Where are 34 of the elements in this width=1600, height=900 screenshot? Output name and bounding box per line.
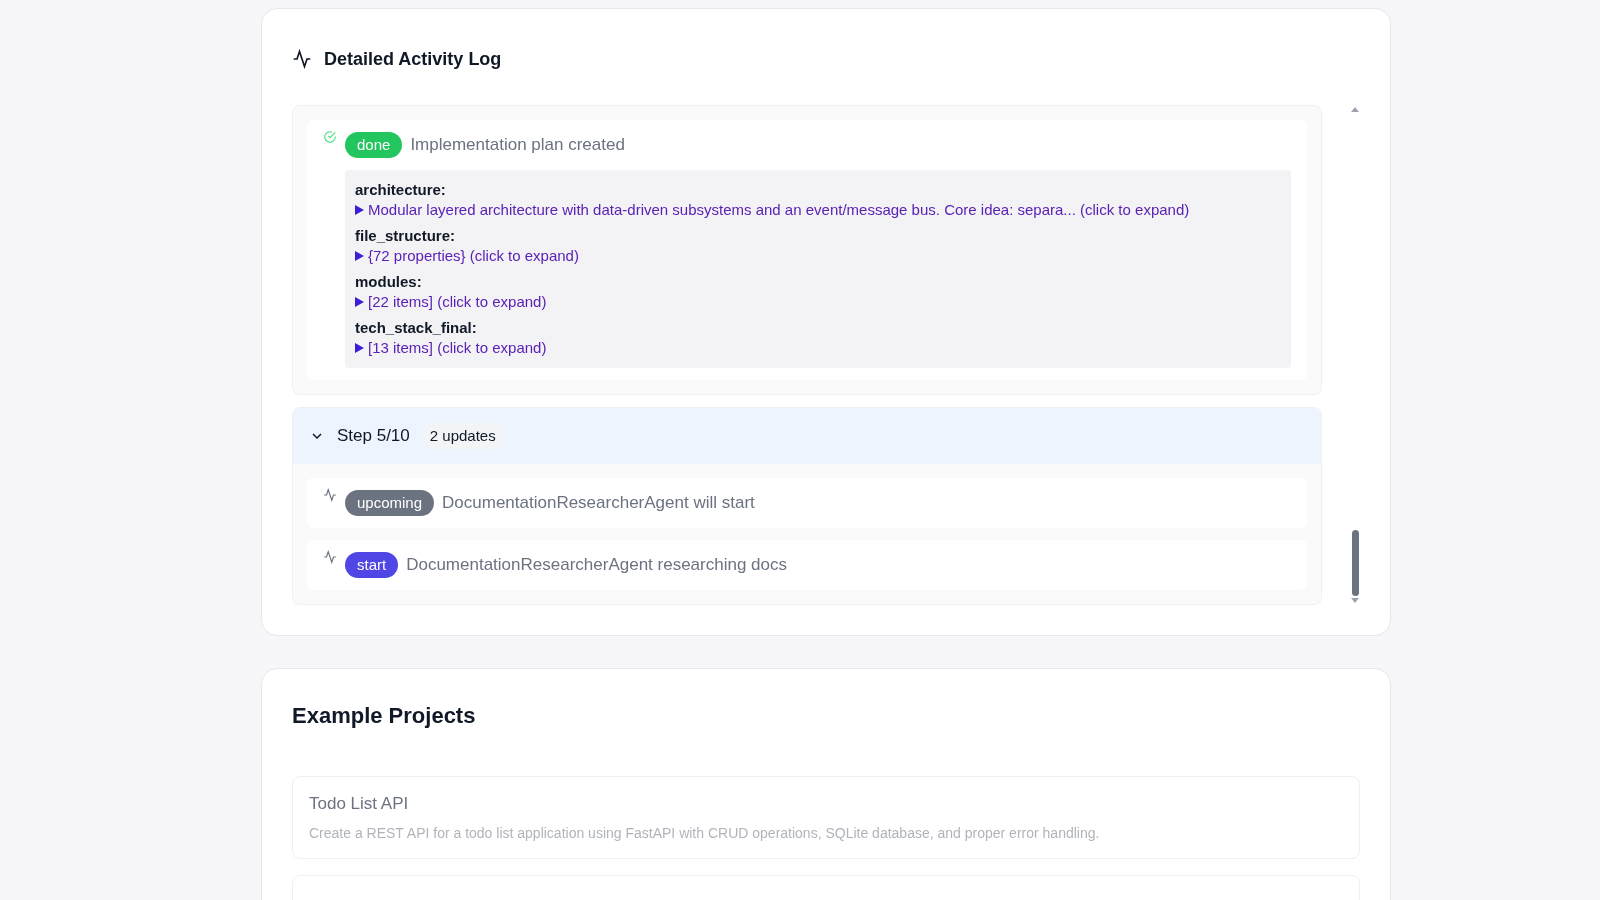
status-badge: start (345, 551, 399, 579)
check-circle-icon (323, 130, 337, 144)
detail-key: tech_stack_final: (355, 318, 1281, 338)
expand-link[interactable]: {72 properties} (click to expand) (355, 246, 1281, 266)
activity-icon (323, 488, 337, 502)
card-title: Detailed Activity Log (324, 47, 502, 71)
scroll-up-icon[interactable] (1351, 107, 1359, 112)
project-description: Create a REST API for a todo list application using FastAPI with CRUD operations, SQLite database, and proper error handling. (309, 823, 1101, 843)
detail-key: architecture: (355, 180, 1281, 200)
activity-icon (292, 49, 312, 69)
triangle-icon (355, 343, 364, 353)
scrollbar-thumb[interactable] (1351, 530, 1359, 596)
step-label: Step 5/10 (337, 425, 410, 448)
triangle-icon (355, 297, 364, 307)
expand-link[interactable]: [22 items] (click to expand) (355, 292, 1281, 312)
triangle-icon (355, 251, 364, 261)
status-badge: done (345, 131, 403, 159)
triangle-icon (355, 205, 364, 215)
expand-link[interactable]: Modular layered architecture with data-driven subsystems and an event/message bus. Core idea: separa... (click to expand) (355, 200, 1281, 220)
entry-message: DocumentationResearcherAgent researching docs (406, 554, 787, 577)
entry-message: DocumentationResearcherAgent will start (442, 492, 755, 515)
entry-message: Implementation plan created (410, 134, 625, 157)
expand-link[interactable]: [13 items] (click to expand) (355, 338, 1281, 358)
scrollbar[interactable] (1350, 105, 1360, 605)
activity-icon (323, 550, 337, 564)
update-count: 2 updates (421, 422, 504, 450)
project-card[interactable]: Todo List API Create a REST API for a todo list application using FastAPI with CRUD operations, SQLite database, and proper error handling. (292, 776, 1360, 859)
section-title: Example Projects (292, 702, 477, 730)
detail-key: file_structure: (355, 226, 1281, 246)
scroll-down-icon[interactable] (1351, 598, 1359, 603)
project-name: Todo List API (309, 793, 410, 815)
detail-key: modules: (355, 272, 1281, 292)
step-header[interactable]: Step 5/10 2 updates (293, 408, 1321, 464)
status-badge: upcoming (345, 489, 435, 517)
